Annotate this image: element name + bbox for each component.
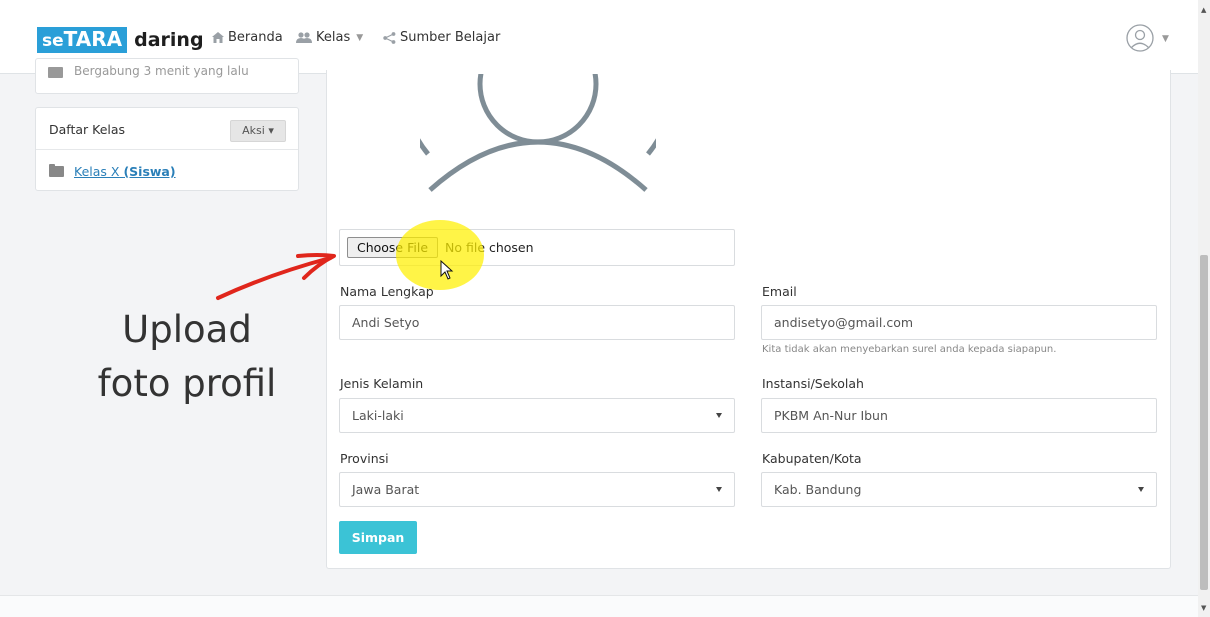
nav-classes-dropdown[interactable]: Kelas ▼ xyxy=(296,30,363,45)
province-select[interactable]: Jawa Barat xyxy=(339,472,735,507)
institution-input[interactable]: PKBM An-Nur Ibun xyxy=(761,398,1157,433)
email-input[interactable]: andisetyo@gmail.com xyxy=(761,305,1157,340)
save-button[interactable]: Simpan xyxy=(339,521,417,554)
mouse-cursor-icon xyxy=(440,260,454,280)
institution-label: Instansi/Sekolah xyxy=(762,376,864,391)
email-help-text: Kita tidak akan menyebarkan surel anda k… xyxy=(762,344,1057,355)
class-item-role: (Siswa) xyxy=(123,164,176,179)
avatar-chevron-down-icon[interactable]: ▼ xyxy=(1162,34,1169,44)
joined-text: Bergabung 3 menit yang lalu xyxy=(74,64,249,78)
share-icon xyxy=(383,31,396,44)
annotation-line2: foto profil xyxy=(97,362,277,405)
email-label: Email xyxy=(762,284,797,299)
setara-daring-logo[interactable]: seTARA daring xyxy=(37,27,204,53)
city-select[interactable]: Kab. Bandung xyxy=(761,472,1157,507)
logo-box: seTARA xyxy=(37,27,128,53)
profile-placeholder-icon xyxy=(420,74,656,192)
calendar-icon xyxy=(48,67,63,78)
page-footer xyxy=(0,595,1198,617)
page-background xyxy=(0,74,9,595)
class-list-title: Daftar Kelas xyxy=(49,122,126,137)
user-avatar-icon[interactable] xyxy=(1126,24,1154,52)
action-label: Aksi xyxy=(242,124,265,137)
nav-resources-label: Sumber Belajar xyxy=(400,30,501,45)
gender-value: Laki-laki xyxy=(352,408,404,423)
select-caret-icon xyxy=(1138,487,1144,492)
scroll-up-arrow-icon[interactable]: ▲ xyxy=(1201,6,1206,14)
gender-label: Jenis Kelamin xyxy=(340,376,424,391)
nav-home[interactable]: Beranda xyxy=(212,30,283,45)
users-icon xyxy=(296,32,312,43)
nav-home-label: Beranda xyxy=(228,30,283,45)
province-value: Jawa Barat xyxy=(352,482,420,497)
nav-resources[interactable]: Sumber Belajar xyxy=(383,30,500,45)
chevron-down-icon: ▼ xyxy=(356,32,364,43)
class-item-name: Kelas X xyxy=(74,164,120,179)
full-name-input[interactable]: Andi Setyo xyxy=(339,305,735,340)
class-list-header: Daftar Kelas Aksi ▾ xyxy=(36,108,298,150)
gender-select[interactable]: Laki-laki xyxy=(339,398,735,433)
annotation-line1: Upload xyxy=(122,308,252,351)
scroll-down-arrow-icon[interactable]: ▼ xyxy=(1201,604,1206,612)
annotation-arrow-icon xyxy=(216,253,336,300)
logo-word: daring xyxy=(134,29,204,51)
province-label: Provinsi xyxy=(340,451,389,466)
city-value: Kab. Bandung xyxy=(774,482,862,497)
home-icon xyxy=(212,32,224,43)
page-scrollbar-thumb[interactable] xyxy=(1200,255,1208,590)
class-list-card: Daftar Kelas Aksi ▾ Kelas X (Siswa) xyxy=(35,107,299,191)
action-dropdown-button[interactable]: Aksi ▾ xyxy=(230,120,286,142)
city-label: Kabupaten/Kota xyxy=(762,451,862,466)
full-name-label: Nama Lengkap xyxy=(340,284,434,299)
select-caret-icon xyxy=(716,413,722,418)
folder-icon xyxy=(49,164,64,177)
class-item-link[interactable]: Kelas X (Siswa) xyxy=(74,164,176,179)
select-caret-icon xyxy=(716,487,722,492)
nav-classes-label: Kelas xyxy=(316,30,351,45)
